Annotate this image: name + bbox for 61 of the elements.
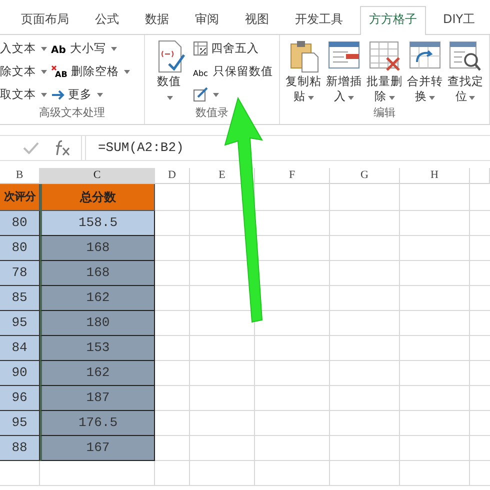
ribbon-button[interactable]: 合并转 换 <box>405 38 445 104</box>
group-label: 高级文本处理 <box>38 105 106 121</box>
group-label: 编辑 <box>372 104 396 120</box>
table-cell[interactable]: 158.5 <box>40 211 155 236</box>
ribbon-tab[interactable]: 公式 <box>86 6 128 34</box>
ribbon-tab[interactable]: 开发工具 <box>286 6 352 34</box>
letters-icon: Abc <box>193 66 210 78</box>
ribbon-button[interactable]: 查找定 位 <box>446 38 486 104</box>
table-cell: 80 <box>0 236 40 261</box>
table-cell: 90 <box>0 361 40 386</box>
checkmark-icon[interactable] <box>23 142 39 154</box>
grid-percent-icon <box>193 41 208 56</box>
table-cell[interactable]: 162 <box>40 361 155 386</box>
table-cell[interactable]: 162 <box>40 286 155 311</box>
ribbon-tab[interactable]: DIY工 <box>434 6 484 34</box>
ribbon-button[interactable]: 批量删 除 <box>364 38 404 104</box>
ribbon-tab[interactable]: 数据 <box>136 6 178 34</box>
column-header[interactable]: H <box>400 168 470 184</box>
ribbon-button[interactable]: 新增插 入 <box>324 38 364 104</box>
pencil-note-icon <box>193 87 208 102</box>
table-cell[interactable]: 180 <box>40 311 155 336</box>
formula-text[interactable]: =SUM(A2:B2) <box>98 138 184 158</box>
header-cell: 总分数 <box>40 184 155 211</box>
ribbon-button[interactable]: 复制粘 贴 <box>284 38 324 104</box>
table-cell: 96 <box>0 386 40 411</box>
column-header[interactable]: F <box>255 168 330 184</box>
table-cell: 95 <box>0 411 40 436</box>
ribbon-button[interactable]: 更多 <box>51 84 130 105</box>
ribbon-tab[interactable]: 页面布局 <box>12 6 78 34</box>
ribbon-button[interactable]: Abc 只保留数值 <box>193 61 273 82</box>
table-cell[interactable]: 176.5 <box>40 411 155 436</box>
table-cell: 88 <box>0 436 40 461</box>
function-icon[interactable] <box>53 140 71 156</box>
column-header[interactable]: D <box>155 168 190 184</box>
header-cell: 次评分 <box>0 184 40 211</box>
ribbon-tab[interactable]: 审阅 <box>186 6 228 34</box>
column-header[interactable]: C <box>40 168 155 184</box>
ribbon-button[interactable]: Ab 大小写 <box>51 38 130 59</box>
letters-icon: Ab <box>51 42 67 54</box>
ribbon-button[interactable]: 四舍五入 <box>193 38 273 59</box>
table-cell[interactable]: 153 <box>40 336 155 361</box>
ribbon-button[interactable]: AB 删除空格 <box>51 61 130 82</box>
right-arrow-icon <box>51 88 65 100</box>
group-label: 数值录 <box>194 105 230 121</box>
table-cell[interactable]: 187 <box>40 386 155 411</box>
column-header[interactable]: B <box>0 168 40 184</box>
ribbon-button[interactable]: 除文本 <box>0 61 47 82</box>
table-cell[interactable]: 167 <box>40 436 155 461</box>
column-header[interactable]: G <box>330 168 400 184</box>
ribbon-tab[interactable]: 方方格子 <box>360 6 426 35</box>
table-cell: 95 <box>0 311 40 336</box>
ribbon-button[interactable]: 取文本 <box>0 84 47 105</box>
table-cell[interactable]: 168 <box>40 236 155 261</box>
table-cell[interactable]: 168 <box>40 261 155 286</box>
table-cell: 85 <box>0 286 40 311</box>
ribbon-button[interactable]: 入文本 <box>0 38 47 59</box>
table-cell: 80 <box>0 211 40 236</box>
table-cell: 78 <box>0 261 40 286</box>
ribbon-button[interactable]: 数值 <box>149 38 189 105</box>
ribbon-tab[interactable]: 视图 <box>236 6 278 34</box>
table-cell: 84 <box>0 336 40 361</box>
